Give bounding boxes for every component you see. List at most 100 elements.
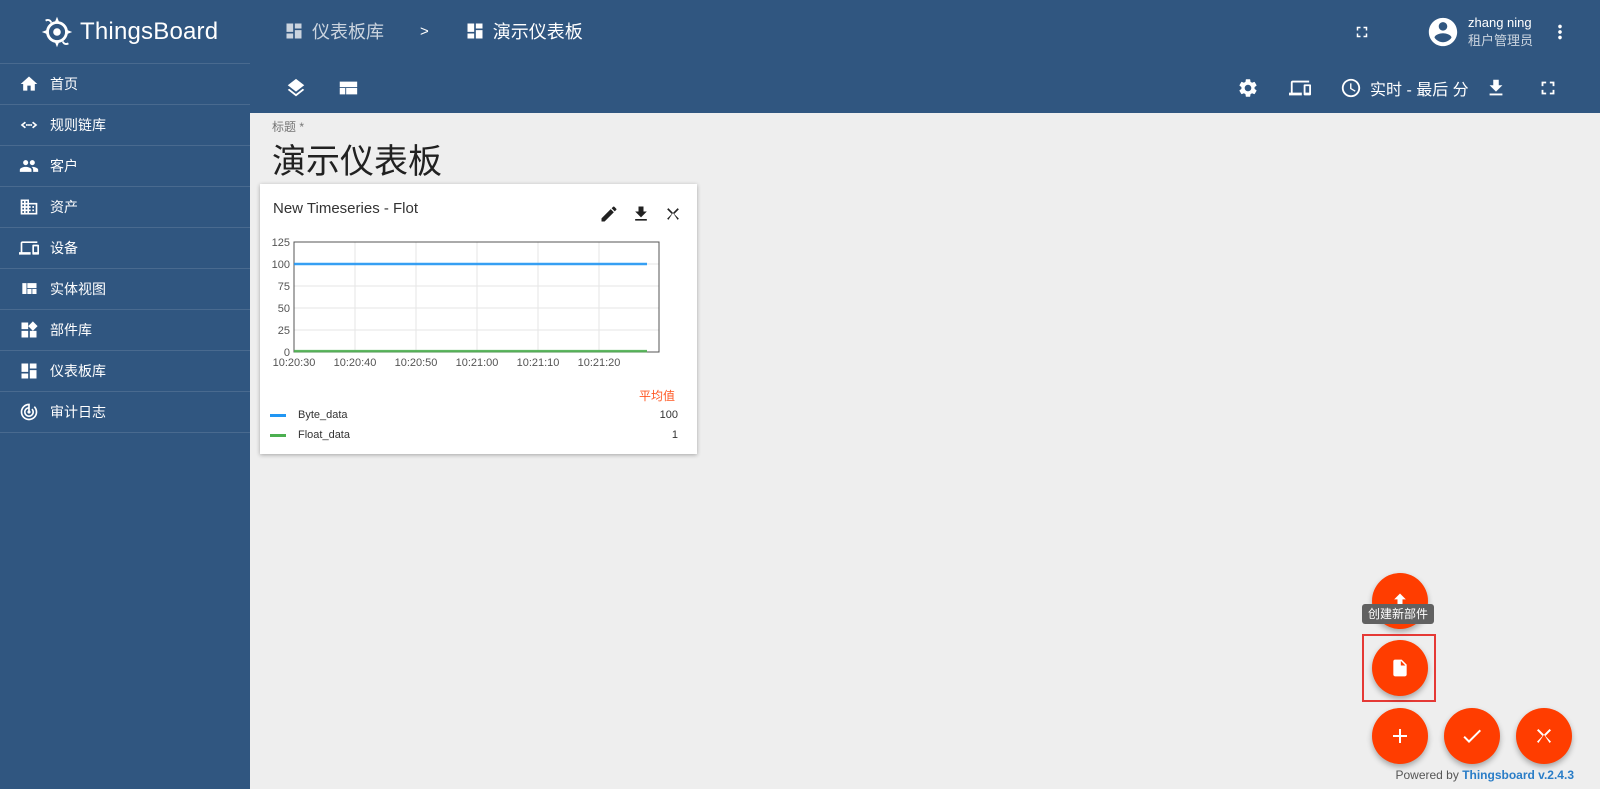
title-input[interactable]: 演示仪表板 bbox=[272, 134, 642, 186]
thingsboard-logo-icon bbox=[41, 16, 73, 47]
y-tick-label: 125 bbox=[272, 237, 290, 249]
sidebar-item-assets[interactable]: 资产 bbox=[0, 187, 250, 228]
file-icon bbox=[1393, 659, 1407, 677]
gear-icon bbox=[1239, 79, 1257, 97]
more-vert-icon bbox=[1558, 24, 1562, 40]
legend-swatch-float bbox=[270, 433, 286, 437]
timeseries-widget[interactable]: New Timeseries - Flot 0 25 50 75 100 125 10:20… bbox=[260, 184, 697, 454]
create-widget-fab[interactable] bbox=[1372, 640, 1428, 696]
powered-prefix: Powered by bbox=[1395, 768, 1459, 782]
user-role: 租户管理员 bbox=[1468, 33, 1534, 48]
sidebar-item-entity-views[interactable]: 实体视图 bbox=[0, 269, 250, 310]
sidebar-item-audit-logs[interactable]: 审计日志 bbox=[0, 392, 250, 433]
remove-widget-button[interactable] bbox=[661, 202, 685, 226]
legend-value: 1 bbox=[671, 429, 678, 441]
add-fab[interactable] bbox=[1372, 708, 1428, 764]
close-icon bbox=[667, 208, 679, 220]
sidebar-item-label: 设备 bbox=[50, 240, 78, 256]
y-tick-label: 100 bbox=[272, 259, 290, 271]
top-toolbar: 仪表板库 > 演示仪表板 zhang ning 租户管理员 实时 - 最后 分 bbox=[250, 0, 1600, 113]
breadcrumb-label: 仪表板库 bbox=[312, 22, 384, 42]
plus-icon bbox=[1393, 729, 1407, 743]
legend-label: Byte_data bbox=[298, 409, 348, 421]
view-quilt-icon bbox=[18, 278, 40, 300]
clock-icon bbox=[1341, 78, 1361, 98]
sidebar-item-label: 规则链库 bbox=[50, 117, 106, 133]
download-icon bbox=[635, 206, 647, 221]
sidebar-item-label: 实体视图 bbox=[50, 281, 106, 297]
powered-brand-link[interactable]: Thingsboard v.2.4.3 bbox=[1462, 768, 1574, 782]
create-widget-tooltip: 创建新部件 bbox=[1362, 604, 1435, 624]
pencil-icon bbox=[601, 206, 617, 222]
devices-icon bbox=[1289, 80, 1311, 96]
sidebar-item-label: 部件库 bbox=[50, 322, 92, 338]
sidebar-item-home[interactable]: 首页 bbox=[0, 64, 250, 105]
entity-aliases-button[interactable] bbox=[1286, 74, 1314, 102]
check-icon bbox=[1463, 729, 1481, 743]
home-icon bbox=[18, 73, 40, 95]
sidebar-item-devices[interactable]: 设备 bbox=[0, 228, 250, 269]
sidebar-item-widgets-library[interactable]: 部件库 bbox=[0, 310, 250, 351]
breadcrumb-current: 演示仪表板 bbox=[465, 18, 583, 44]
dashboard-icon bbox=[467, 23, 483, 39]
code-arrows-icon bbox=[18, 114, 40, 136]
logo[interactable]: ThingsBoard bbox=[0, 0, 250, 64]
legend-item[interactable]: Float_data 1 bbox=[270, 426, 678, 444]
sidebar-item-label: 审计日志 bbox=[50, 404, 106, 420]
apply-changes-fab[interactable] bbox=[1444, 708, 1500, 764]
timeseries-chart: 025507510012510:20:30 10:20:40 10:20:50 10:… bbox=[272, 237, 660, 369]
x-tick-label: 10:20:40 bbox=[334, 357, 377, 369]
devices-icon bbox=[18, 237, 40, 259]
legend-value: 100 bbox=[659, 409, 678, 421]
brand-name: ThingsBoard bbox=[80, 17, 219, 45]
close-icon bbox=[1537, 729, 1551, 743]
user-name: zhang ning bbox=[1468, 15, 1532, 30]
edit-widget-button[interactable] bbox=[597, 202, 621, 226]
sidebar-item-label: 仪表板库 bbox=[50, 363, 106, 379]
x-tick-label: 10:21:00 bbox=[456, 357, 499, 369]
building-icon bbox=[18, 196, 40, 218]
y-tick-label: 50 bbox=[278, 303, 290, 315]
legend-swatch-byte bbox=[270, 413, 286, 417]
breadcrumb-dashboards[interactable]: 仪表板库 bbox=[284, 18, 384, 44]
download-icon bbox=[1489, 79, 1503, 96]
sidebar-item-rule-chains[interactable]: 规则链库 bbox=[0, 105, 250, 146]
user-menu[interactable]: zhang ning 租户管理员 bbox=[1426, 14, 1533, 50]
title-field-label: 标题 * bbox=[272, 120, 305, 134]
x-tick-label: 10:20:50 bbox=[395, 357, 438, 369]
timewindow-button[interactable]: 实时 - 最后 分 bbox=[1340, 76, 1469, 100]
legend-average-header: 平均值 bbox=[638, 389, 675, 403]
widget-actions bbox=[597, 202, 685, 226]
x-tick-label: 10:20:30 bbox=[273, 357, 316, 369]
legend-item[interactable]: Byte_data 100 bbox=[270, 406, 678, 424]
y-tick-label: 75 bbox=[278, 281, 290, 293]
widget-title: New Timeseries - Flot bbox=[273, 200, 419, 217]
people-icon bbox=[18, 155, 40, 177]
powered-by: Powered by Thingsboard v.2.4.3 bbox=[1395, 768, 1574, 782]
sidebar-item-label: 客户 bbox=[50, 158, 78, 174]
layouts-button[interactable] bbox=[334, 74, 362, 102]
x-tick-label: 10:21:20 bbox=[578, 357, 621, 369]
fullscreen-icon bbox=[1356, 26, 1368, 38]
track-changes-icon bbox=[18, 401, 40, 423]
view-compact-icon bbox=[339, 81, 358, 95]
sidebar-item-dashboards[interactable]: 仪表板库 bbox=[0, 351, 250, 392]
layers-button[interactable] bbox=[282, 74, 310, 102]
more-menu-button[interactable] bbox=[1546, 18, 1574, 46]
account-circle-icon bbox=[1428, 17, 1458, 47]
sidebar-item-label: 首页 bbox=[50, 76, 78, 92]
fullscreen-button[interactable] bbox=[1348, 18, 1376, 46]
y-tick-label: 25 bbox=[278, 325, 290, 337]
fullscreen-icon bbox=[1541, 81, 1555, 95]
x-tick-label: 10:21:10 bbox=[517, 357, 560, 369]
export-widget-button[interactable] bbox=[629, 202, 653, 226]
sidebar-item-customers[interactable]: 客户 bbox=[0, 146, 250, 187]
settings-button[interactable] bbox=[1234, 74, 1262, 102]
export-button[interactable] bbox=[1482, 74, 1510, 102]
dashboard-icon bbox=[18, 360, 40, 382]
dashboard-icon bbox=[286, 23, 302, 39]
layers-icon bbox=[287, 78, 305, 97]
breadcrumb: 仪表板库 > 演示仪表板 bbox=[284, 18, 583, 44]
decline-changes-fab[interactable] bbox=[1516, 708, 1572, 764]
dashboard-fullscreen-button[interactable] bbox=[1534, 74, 1562, 102]
